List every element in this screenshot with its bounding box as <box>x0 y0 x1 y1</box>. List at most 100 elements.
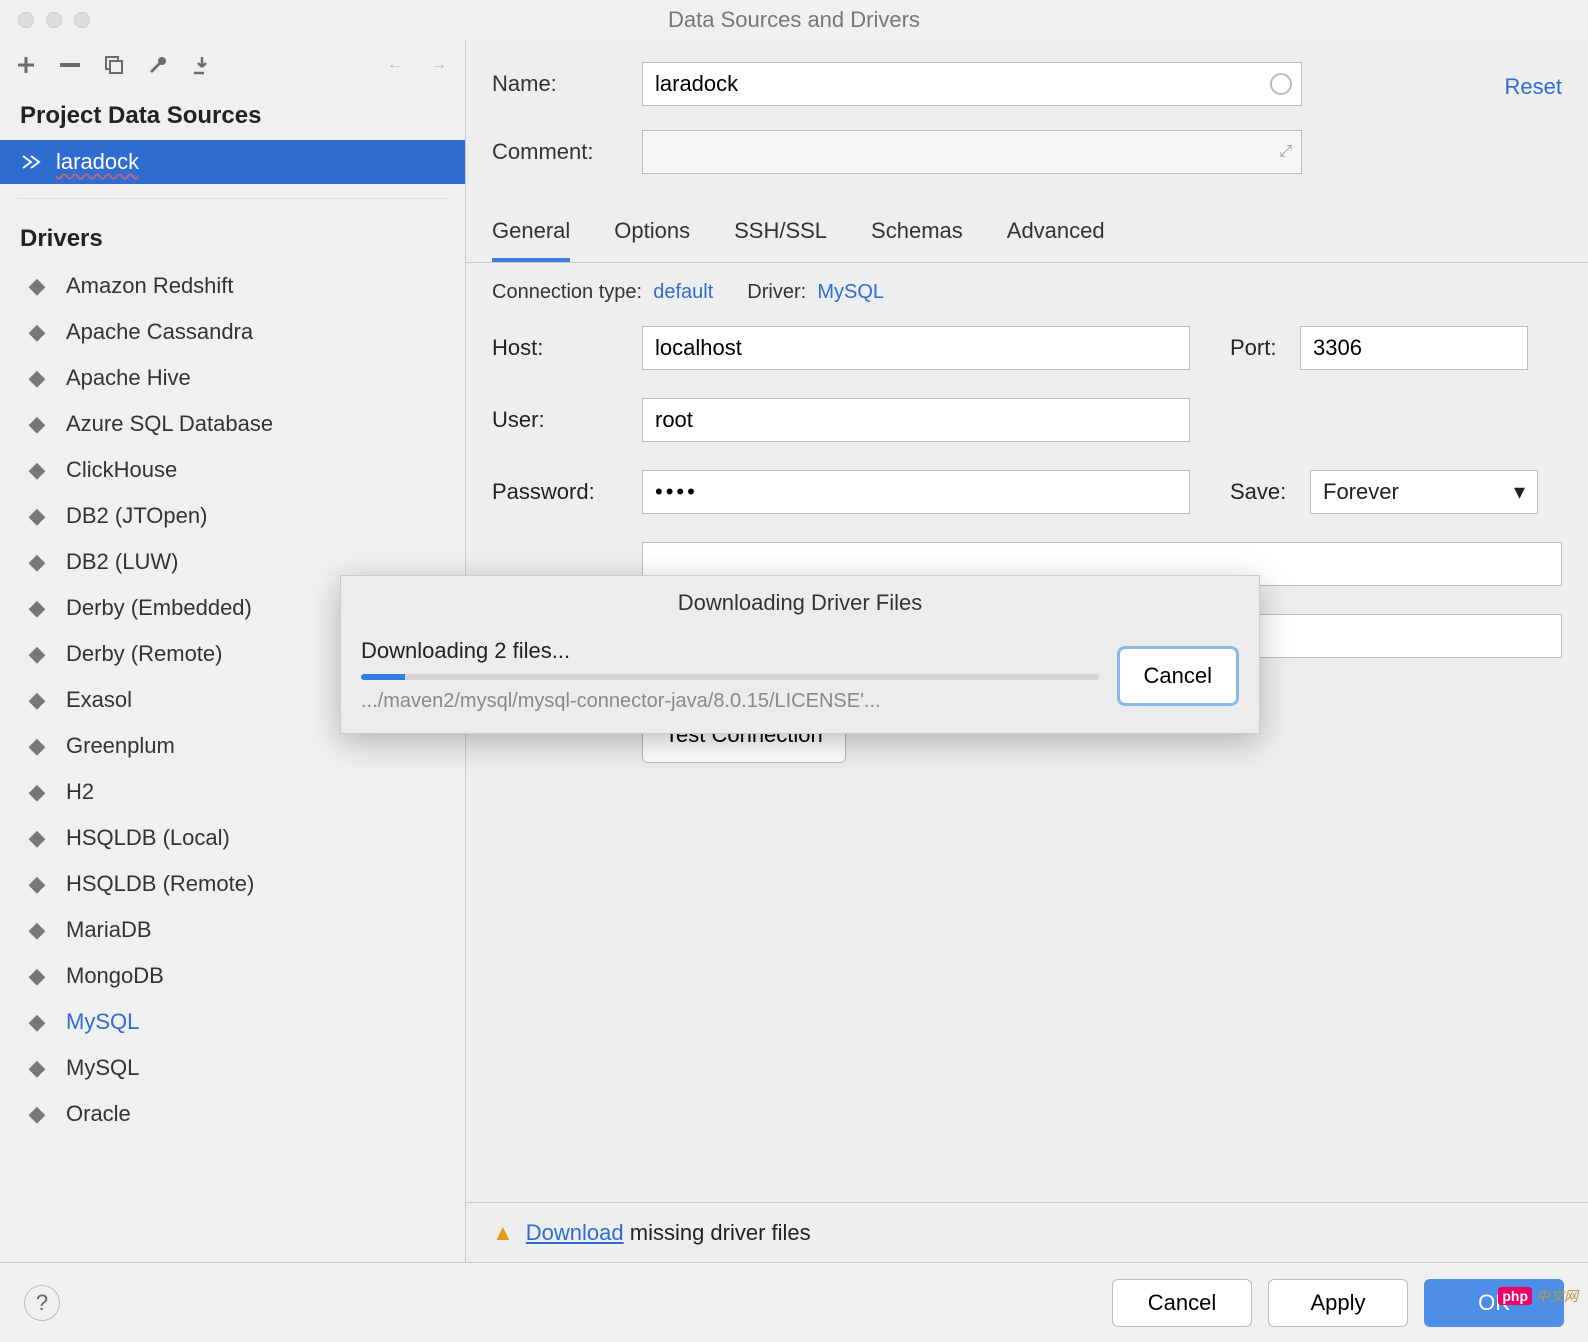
driver-icon: ◆ <box>24 871 50 897</box>
expand-icon[interactable]: ⤢ <box>1279 143 1292 161</box>
tab-general[interactable]: General <box>492 208 570 262</box>
tabs: General Options SSH/SSL Schemas Advanced <box>466 208 1588 263</box>
driver-icon: ◆ <box>24 1101 50 1127</box>
host-label: Host: <box>492 335 642 361</box>
comment-label: Comment: <box>492 139 642 165</box>
progress-bar <box>361 674 1099 680</box>
driver-icon: ◆ <box>24 411 50 437</box>
driver-icon: ◆ <box>24 917 50 943</box>
zoom-window-icon[interactable] <box>74 12 90 28</box>
back-icon[interactable]: ← <box>383 53 407 77</box>
tab-options[interactable]: Options <box>614 208 690 262</box>
drivers-header: Drivers <box>0 213 465 263</box>
close-window-icon[interactable] <box>18 12 34 28</box>
driver-list: ◆ Amazon Redshift ◆Apache Cassandra ◆ Apache… <box>0 263 465 1262</box>
driver-item[interactable]: ◆ MariaDB <box>0 907 465 953</box>
sidebar-toolbar: ← → <box>0 40 465 90</box>
driver-item[interactable]: ◆ Apache Hive <box>0 355 465 401</box>
driver-label: MySQL <box>66 1055 139 1081</box>
warning-icon: ▲ <box>492 1220 514 1246</box>
tab-advanced[interactable]: Advanced <box>1007 208 1105 262</box>
minimize-window-icon[interactable] <box>46 12 62 28</box>
driver-item[interactable]: ◆ Oracle <box>0 1091 465 1137</box>
cancel-button[interactable]: Cancel <box>1112 1279 1252 1327</box>
user-input[interactable] <box>642 398 1190 442</box>
driver-icon: ◆ <box>24 963 50 989</box>
driver-label: Amazon Redshift <box>66 273 234 299</box>
driver-icon: ◆ <box>24 273 50 299</box>
download-status: Downloading 2 files... <box>361 638 1099 664</box>
driver-label: Apache Hive <box>66 365 191 391</box>
tab-sshssl[interactable]: SSH/SSL <box>734 208 827 262</box>
driver-label: Greenplum <box>66 733 175 759</box>
data-source-item[interactable]: laradock <box>0 140 465 184</box>
driver-label: HSQLDB (Local) <box>66 825 230 851</box>
driver-item[interactable]: ◆ DB2 (JTOpen) <box>0 493 465 539</box>
user-label: User: <box>492 407 642 433</box>
driver-item[interactable]: ◆ MySQL <box>0 1045 465 1091</box>
driver-item[interactable]: ◆MongoDB <box>0 953 465 999</box>
divider <box>18 198 447 199</box>
remove-icon[interactable] <box>58 53 82 77</box>
driver-label: DB2 (JTOpen) <box>66 503 207 529</box>
status-ring-icon <box>1270 73 1292 95</box>
driver-label: MySQL <box>66 1009 139 1035</box>
titlebar: Data Sources and Drivers <box>0 0 1588 40</box>
connection-type-label: Connection type: <box>492 281 642 303</box>
reset-link[interactable]: Reset <box>1505 74 1562 100</box>
dialog-footer: ? Cancel Apply OK <box>0 1262 1588 1342</box>
driver-icon: ◆ <box>24 779 50 805</box>
driver-icon: ◆ <box>24 595 50 621</box>
driver-icon: ◆ <box>24 549 50 575</box>
connection-type-value[interactable]: default <box>653 281 713 303</box>
dialog-cancel-button[interactable]: Cancel <box>1117 646 1239 706</box>
driver-item[interactable]: ◆ Azure SQL Database <box>0 401 465 447</box>
driver-label: MariaDB <box>66 917 152 943</box>
save-value: Forever <box>1323 479 1399 505</box>
driver-label: DB2 (LUW) <box>66 549 178 575</box>
import-icon[interactable] <box>190 53 214 77</box>
watermark: php中文网 <box>1498 1286 1578 1306</box>
driver-icon: ◆ <box>24 457 50 483</box>
copy-icon[interactable] <box>102 53 126 77</box>
port-input[interactable] <box>1300 326 1528 370</box>
comment-input[interactable] <box>642 130 1302 174</box>
driver-label: Exasol <box>66 687 132 713</box>
dialog-title: Downloading Driver Files <box>341 576 1259 630</box>
chevron-down-icon: ▾ <box>1514 479 1525 505</box>
help-button[interactable]: ? <box>24 1285 60 1321</box>
wrench-icon[interactable] <box>146 53 170 77</box>
driver-item[interactable]: ◆ Amazon Redshift <box>0 263 465 309</box>
download-link[interactable]: Download <box>526 1220 624 1245</box>
window-controls <box>18 12 90 28</box>
driver-item[interactable]: ◆HSQLDB (Remote) <box>0 861 465 907</box>
driver-icon: ◆ <box>24 641 50 667</box>
driver-item[interactable]: ◆Apache Cassandra <box>0 309 465 355</box>
driver-item[interactable]: ◆ MySQL <box>0 999 465 1045</box>
driver-item[interactable]: ◆H2 <box>0 769 465 815</box>
datasource-icon <box>20 151 42 173</box>
tab-schemas[interactable]: Schemas <box>871 208 963 262</box>
driver-icon: ◆ <box>24 1009 50 1035</box>
driver-value[interactable]: MySQL <box>817 281 884 303</box>
apply-button[interactable]: Apply <box>1268 1279 1408 1327</box>
save-label: Save: <box>1230 479 1310 505</box>
driver-label: Azure SQL Database <box>66 411 273 437</box>
host-input[interactable] <box>642 326 1190 370</box>
driver-item[interactable]: ◆ClickHouse <box>0 447 465 493</box>
driver-icon: ◆ <box>24 1055 50 1081</box>
driver-icon: ◆ <box>24 503 50 529</box>
driver-icon: ◆ <box>24 365 50 391</box>
password-input[interactable] <box>642 470 1190 514</box>
driver-icon: ◆ <box>24 733 50 759</box>
driver-label: Oracle <box>66 1101 131 1127</box>
driver-icon: ◆ <box>24 825 50 851</box>
name-input[interactable] <box>642 62 1302 106</box>
forward-icon[interactable]: → <box>427 53 451 77</box>
add-icon[interactable] <box>14 53 38 77</box>
password-label: Password: <box>492 479 642 505</box>
driver-notice: ▲ Download missing driver files <box>466 1202 1588 1262</box>
port-label: Port: <box>1230 335 1300 361</box>
save-select[interactable]: Forever ▾ <box>1310 470 1538 514</box>
driver-item[interactable]: ◆ HSQLDB (Local) <box>0 815 465 861</box>
